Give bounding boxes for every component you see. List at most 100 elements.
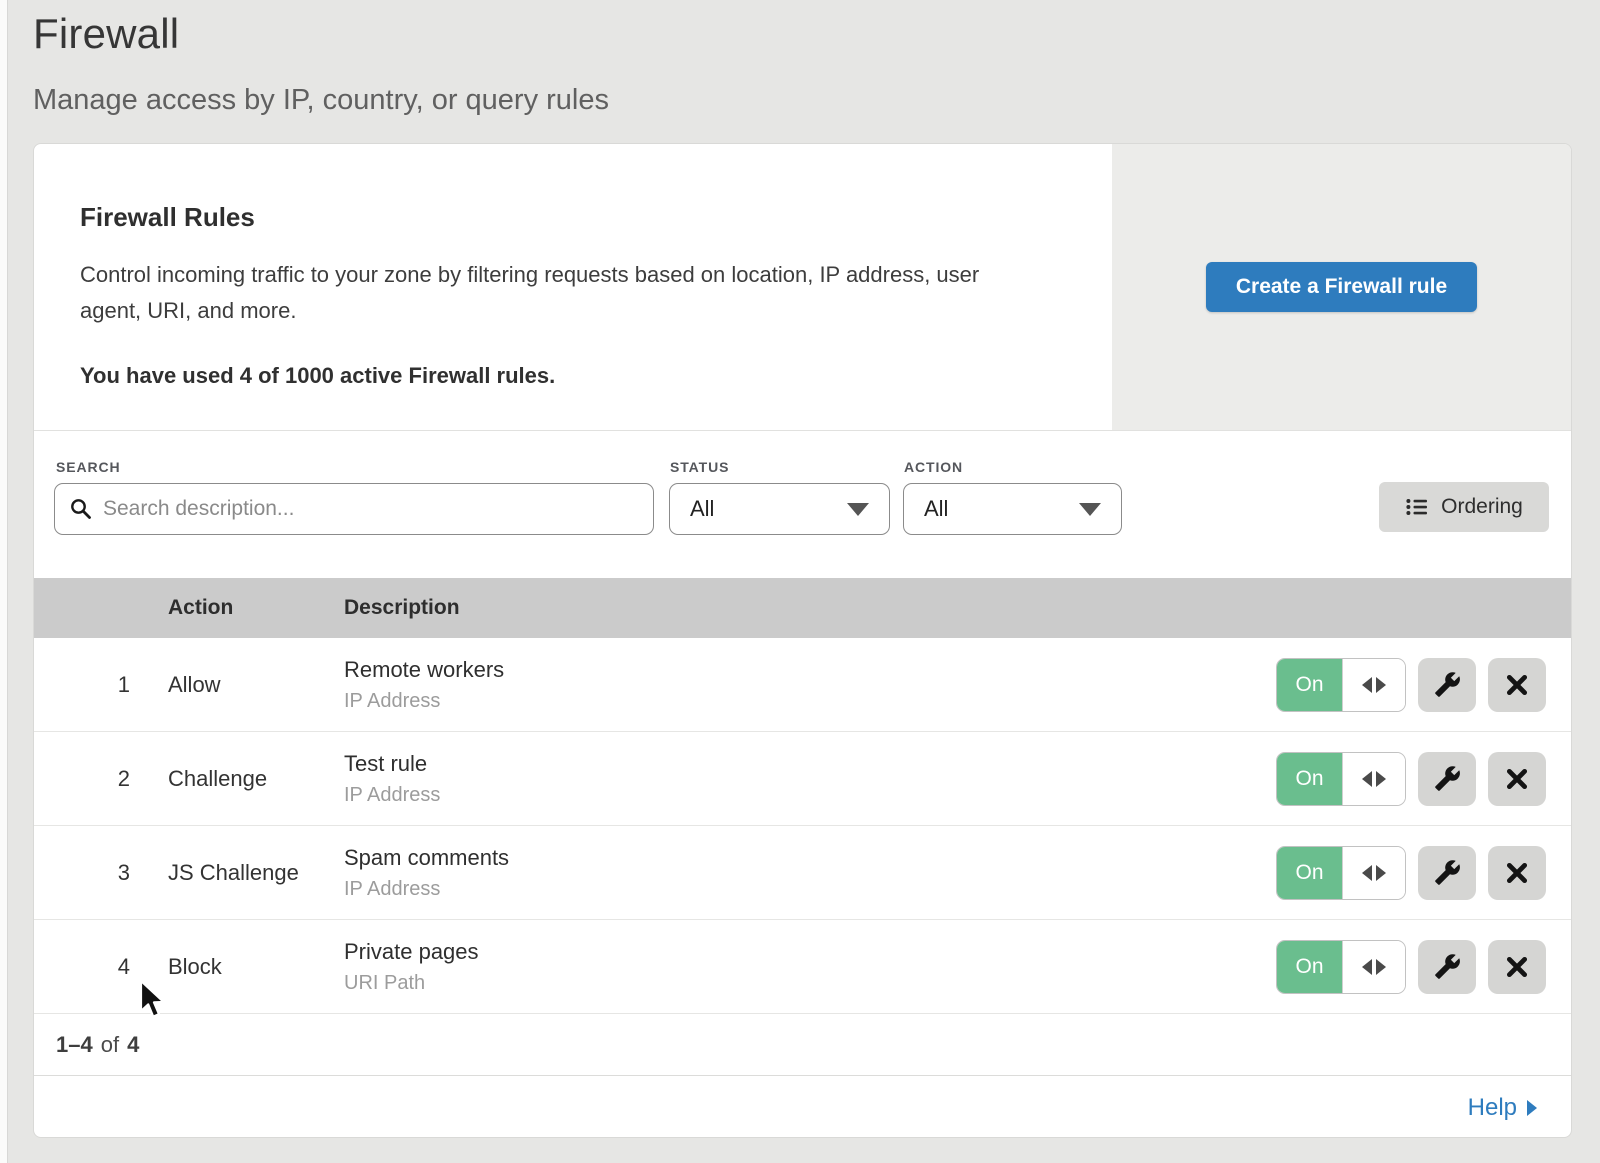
toggle-handle[interactable] [1342, 941, 1405, 993]
edit-rule-button[interactable] [1418, 658, 1476, 712]
rule-description: Test rule [344, 751, 1276, 777]
page-title: Firewall [33, 10, 609, 58]
table-row: 3 JS Challenge Spam comments IP Address … [34, 826, 1571, 920]
hero-text-block: Firewall Rules Control incoming traffic … [34, 144, 1112, 430]
row-controls: On [1276, 752, 1571, 806]
edit-rule-button[interactable] [1418, 752, 1476, 806]
table-row: 2 Challenge Test rule IP Address On [34, 732, 1571, 826]
filter-bar: SEARCH STATUS All ACTION All [34, 431, 1571, 578]
ordering-button-label: Ordering [1441, 495, 1523, 519]
arrow-right-icon [1376, 677, 1386, 693]
rule-enabled-toggle[interactable]: On [1276, 752, 1406, 806]
toggle-handle[interactable] [1342, 659, 1405, 711]
arrow-left-icon [1362, 959, 1372, 975]
table-header: Action Description [34, 578, 1571, 638]
status-select[interactable]: All [669, 483, 890, 535]
rule-enabled-toggle[interactable]: On [1276, 658, 1406, 712]
row-controls: On [1276, 940, 1571, 994]
arrow-right-icon [1376, 771, 1386, 787]
search-field-wrap [54, 483, 654, 535]
edit-rule-button[interactable] [1418, 940, 1476, 994]
rule-match-type: IP Address [344, 690, 1276, 713]
rule-description: Private pages [344, 939, 1276, 965]
search-input[interactable] [54, 483, 654, 535]
action-select-value: All [924, 496, 948, 522]
status-label: STATUS [670, 459, 729, 475]
list-icon [1405, 495, 1429, 519]
firewall-rules-card: Firewall Rules Control incoming traffic … [33, 143, 1572, 1138]
wrench-icon [1434, 859, 1461, 886]
rule-description-cell: Private pages URI Path [344, 939, 1276, 995]
arrow-left-icon [1362, 677, 1372, 693]
rule-match-type: URI Path [344, 972, 1276, 995]
status-select-value: All [690, 496, 714, 522]
wrench-icon [1434, 765, 1461, 792]
rule-priority: 2 [34, 766, 168, 792]
page-subtitle: Manage access by IP, country, or query r… [33, 84, 609, 117]
close-icon [1505, 955, 1529, 979]
delete-rule-button[interactable] [1488, 846, 1546, 900]
pagination-range: 1–4 [56, 1032, 93, 1058]
arrow-left-icon [1362, 771, 1372, 787]
usage-summary: You have used 4 of 1000 active Firewall … [80, 363, 1072, 389]
rule-priority: 1 [34, 672, 168, 698]
table-row: 1 Allow Remote workers IP Address On [34, 638, 1571, 732]
hero-section: Firewall Rules Control incoming traffic … [34, 144, 1571, 431]
description-column-header: Description [344, 596, 1571, 620]
action-label: ACTION [904, 459, 963, 475]
delete-rule-button[interactable] [1488, 752, 1546, 806]
row-controls: On [1276, 658, 1571, 712]
edit-rule-button[interactable] [1418, 846, 1476, 900]
page-header: Firewall Manage access by IP, country, o… [33, 10, 609, 117]
create-firewall-rule-button[interactable]: Create a Firewall rule [1206, 262, 1477, 312]
window-edge [0, 0, 8, 1163]
card-footer: Help [34, 1075, 1571, 1138]
hero-action-panel: Create a Firewall rule [1112, 144, 1571, 430]
help-link-label: Help [1468, 1094, 1517, 1122]
close-icon [1505, 673, 1529, 697]
chevron-down-icon [1079, 503, 1101, 516]
rule-enabled-toggle[interactable]: On [1276, 846, 1406, 900]
pagination: 1–4 of 4 [34, 1014, 1571, 1075]
rule-description: Remote workers [344, 657, 1276, 683]
table-row: 4 Block Private pages URI Path On [34, 920, 1571, 1014]
action-select[interactable]: All [903, 483, 1122, 535]
delete-rule-button[interactable] [1488, 658, 1546, 712]
arrow-left-icon [1362, 865, 1372, 881]
rule-description-cell: Remote workers IP Address [344, 657, 1276, 713]
rule-action: Block [168, 954, 344, 980]
rule-action: Allow [168, 672, 344, 698]
arrow-right-icon [1527, 1100, 1537, 1116]
toggle-handle[interactable] [1342, 847, 1405, 899]
close-icon [1505, 767, 1529, 791]
hero-description: Control incoming traffic to your zone by… [80, 257, 1045, 329]
search-label: SEARCH [56, 459, 121, 475]
pagination-of: of [101, 1032, 119, 1058]
wrench-icon [1434, 671, 1461, 698]
rule-priority: 3 [34, 860, 168, 886]
arrow-right-icon [1376, 865, 1386, 881]
row-controls: On [1276, 846, 1571, 900]
toggle-on-label: On [1277, 659, 1342, 711]
rule-action: JS Challenge [168, 860, 344, 886]
help-link[interactable]: Help [1468, 1094, 1537, 1122]
ordering-button[interactable]: Ordering [1379, 482, 1549, 532]
rule-match-type: IP Address [344, 784, 1276, 807]
toggle-on-label: On [1277, 941, 1342, 993]
rule-match-type: IP Address [344, 878, 1276, 901]
rule-description-cell: Test rule IP Address [344, 751, 1276, 807]
toggle-on-label: On [1277, 753, 1342, 805]
pagination-total: 4 [127, 1032, 139, 1058]
action-column-header: Action [168, 596, 344, 620]
close-icon [1505, 861, 1529, 885]
rule-description: Spam comments [344, 845, 1276, 871]
arrow-right-icon [1376, 959, 1386, 975]
rule-enabled-toggle[interactable]: On [1276, 940, 1406, 994]
delete-rule-button[interactable] [1488, 940, 1546, 994]
rule-description-cell: Spam comments IP Address [344, 845, 1276, 901]
hero-title: Firewall Rules [80, 202, 1072, 233]
chevron-down-icon [847, 503, 869, 516]
rule-priority: 4 [34, 954, 168, 980]
rule-action: Challenge [168, 766, 344, 792]
toggle-handle[interactable] [1342, 753, 1405, 805]
